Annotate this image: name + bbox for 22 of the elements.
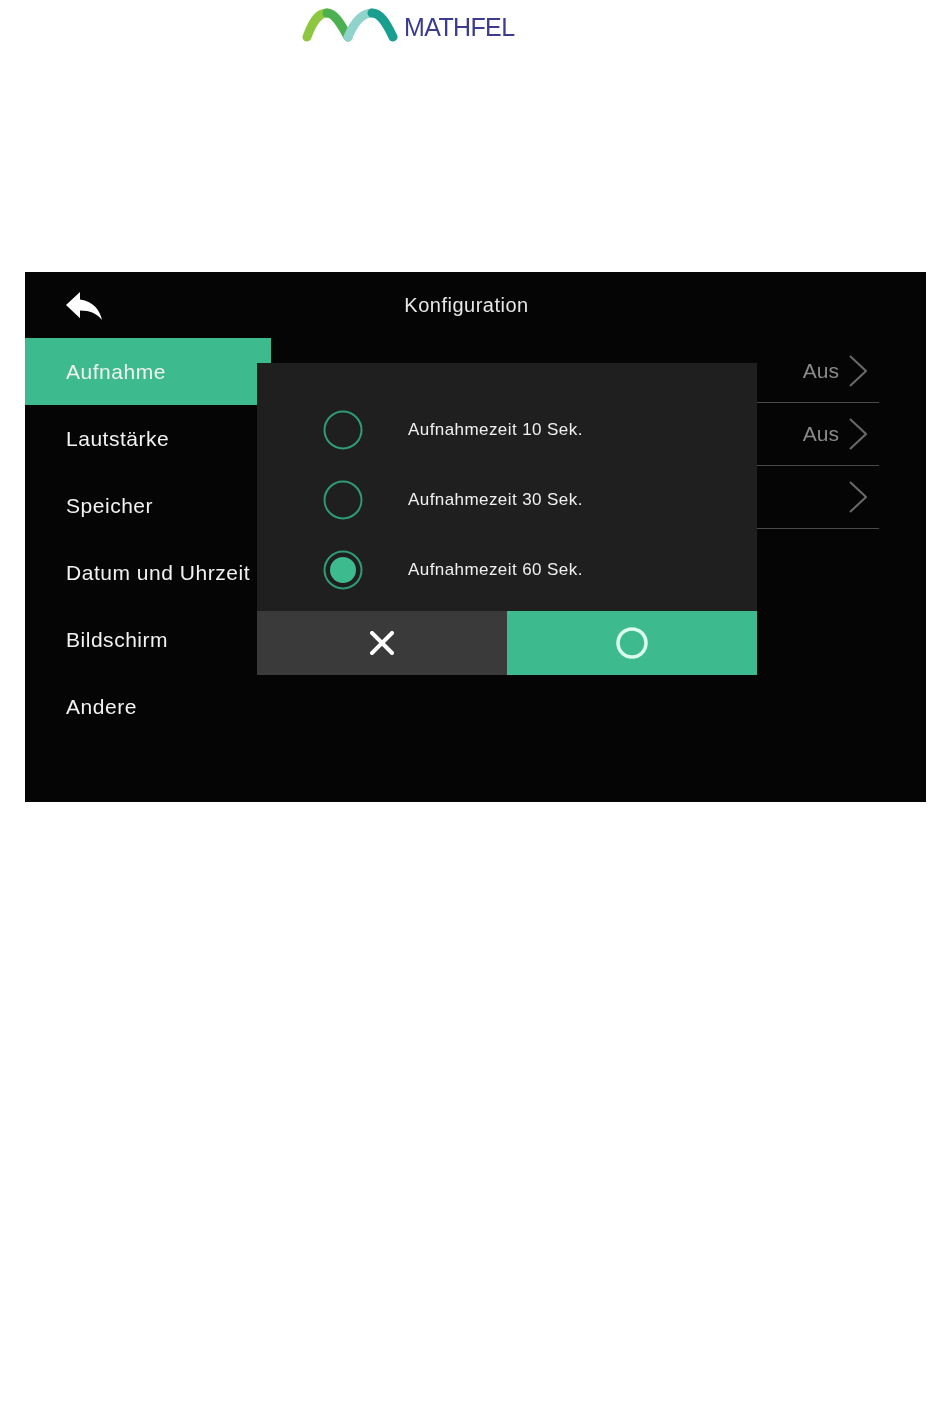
option-label: Aufnahmezeit 10 Sek. (408, 419, 583, 442)
sidebar-item[interactable]: Datum und Uhrzeit (25, 539, 271, 606)
screen-title: Konfiguration (404, 293, 529, 318)
sidebar-item[interactable]: Lautstärke (25, 405, 271, 472)
close-icon (370, 631, 394, 655)
radio-button[interactable] (323, 410, 363, 450)
sidebar-item[interactable]: Andere (25, 673, 271, 740)
back-icon[interactable] (66, 290, 104, 320)
sidebar-item[interactable]: Bildschirm (25, 606, 271, 673)
setting-value: Aus (802, 421, 839, 448)
logo-text: MATHFEL (404, 14, 515, 40)
logo-icon (302, 8, 398, 42)
radio-button[interactable] (323, 480, 363, 520)
option-label: Aufnahmezeit 30 Sek. (408, 489, 583, 512)
chevron-right-icon[interactable] (849, 481, 867, 513)
chevron-right-icon[interactable] (849, 418, 867, 450)
setting-value: Aus (802, 358, 839, 385)
radio-button[interactable] (323, 550, 363, 590)
ring-icon (616, 627, 648, 659)
chevron-right-icon[interactable] (849, 355, 867, 387)
option-label: Aufnahmezeit 60 Sek. (408, 559, 583, 582)
sidebar-item[interactable]: Speicher (25, 472, 271, 539)
